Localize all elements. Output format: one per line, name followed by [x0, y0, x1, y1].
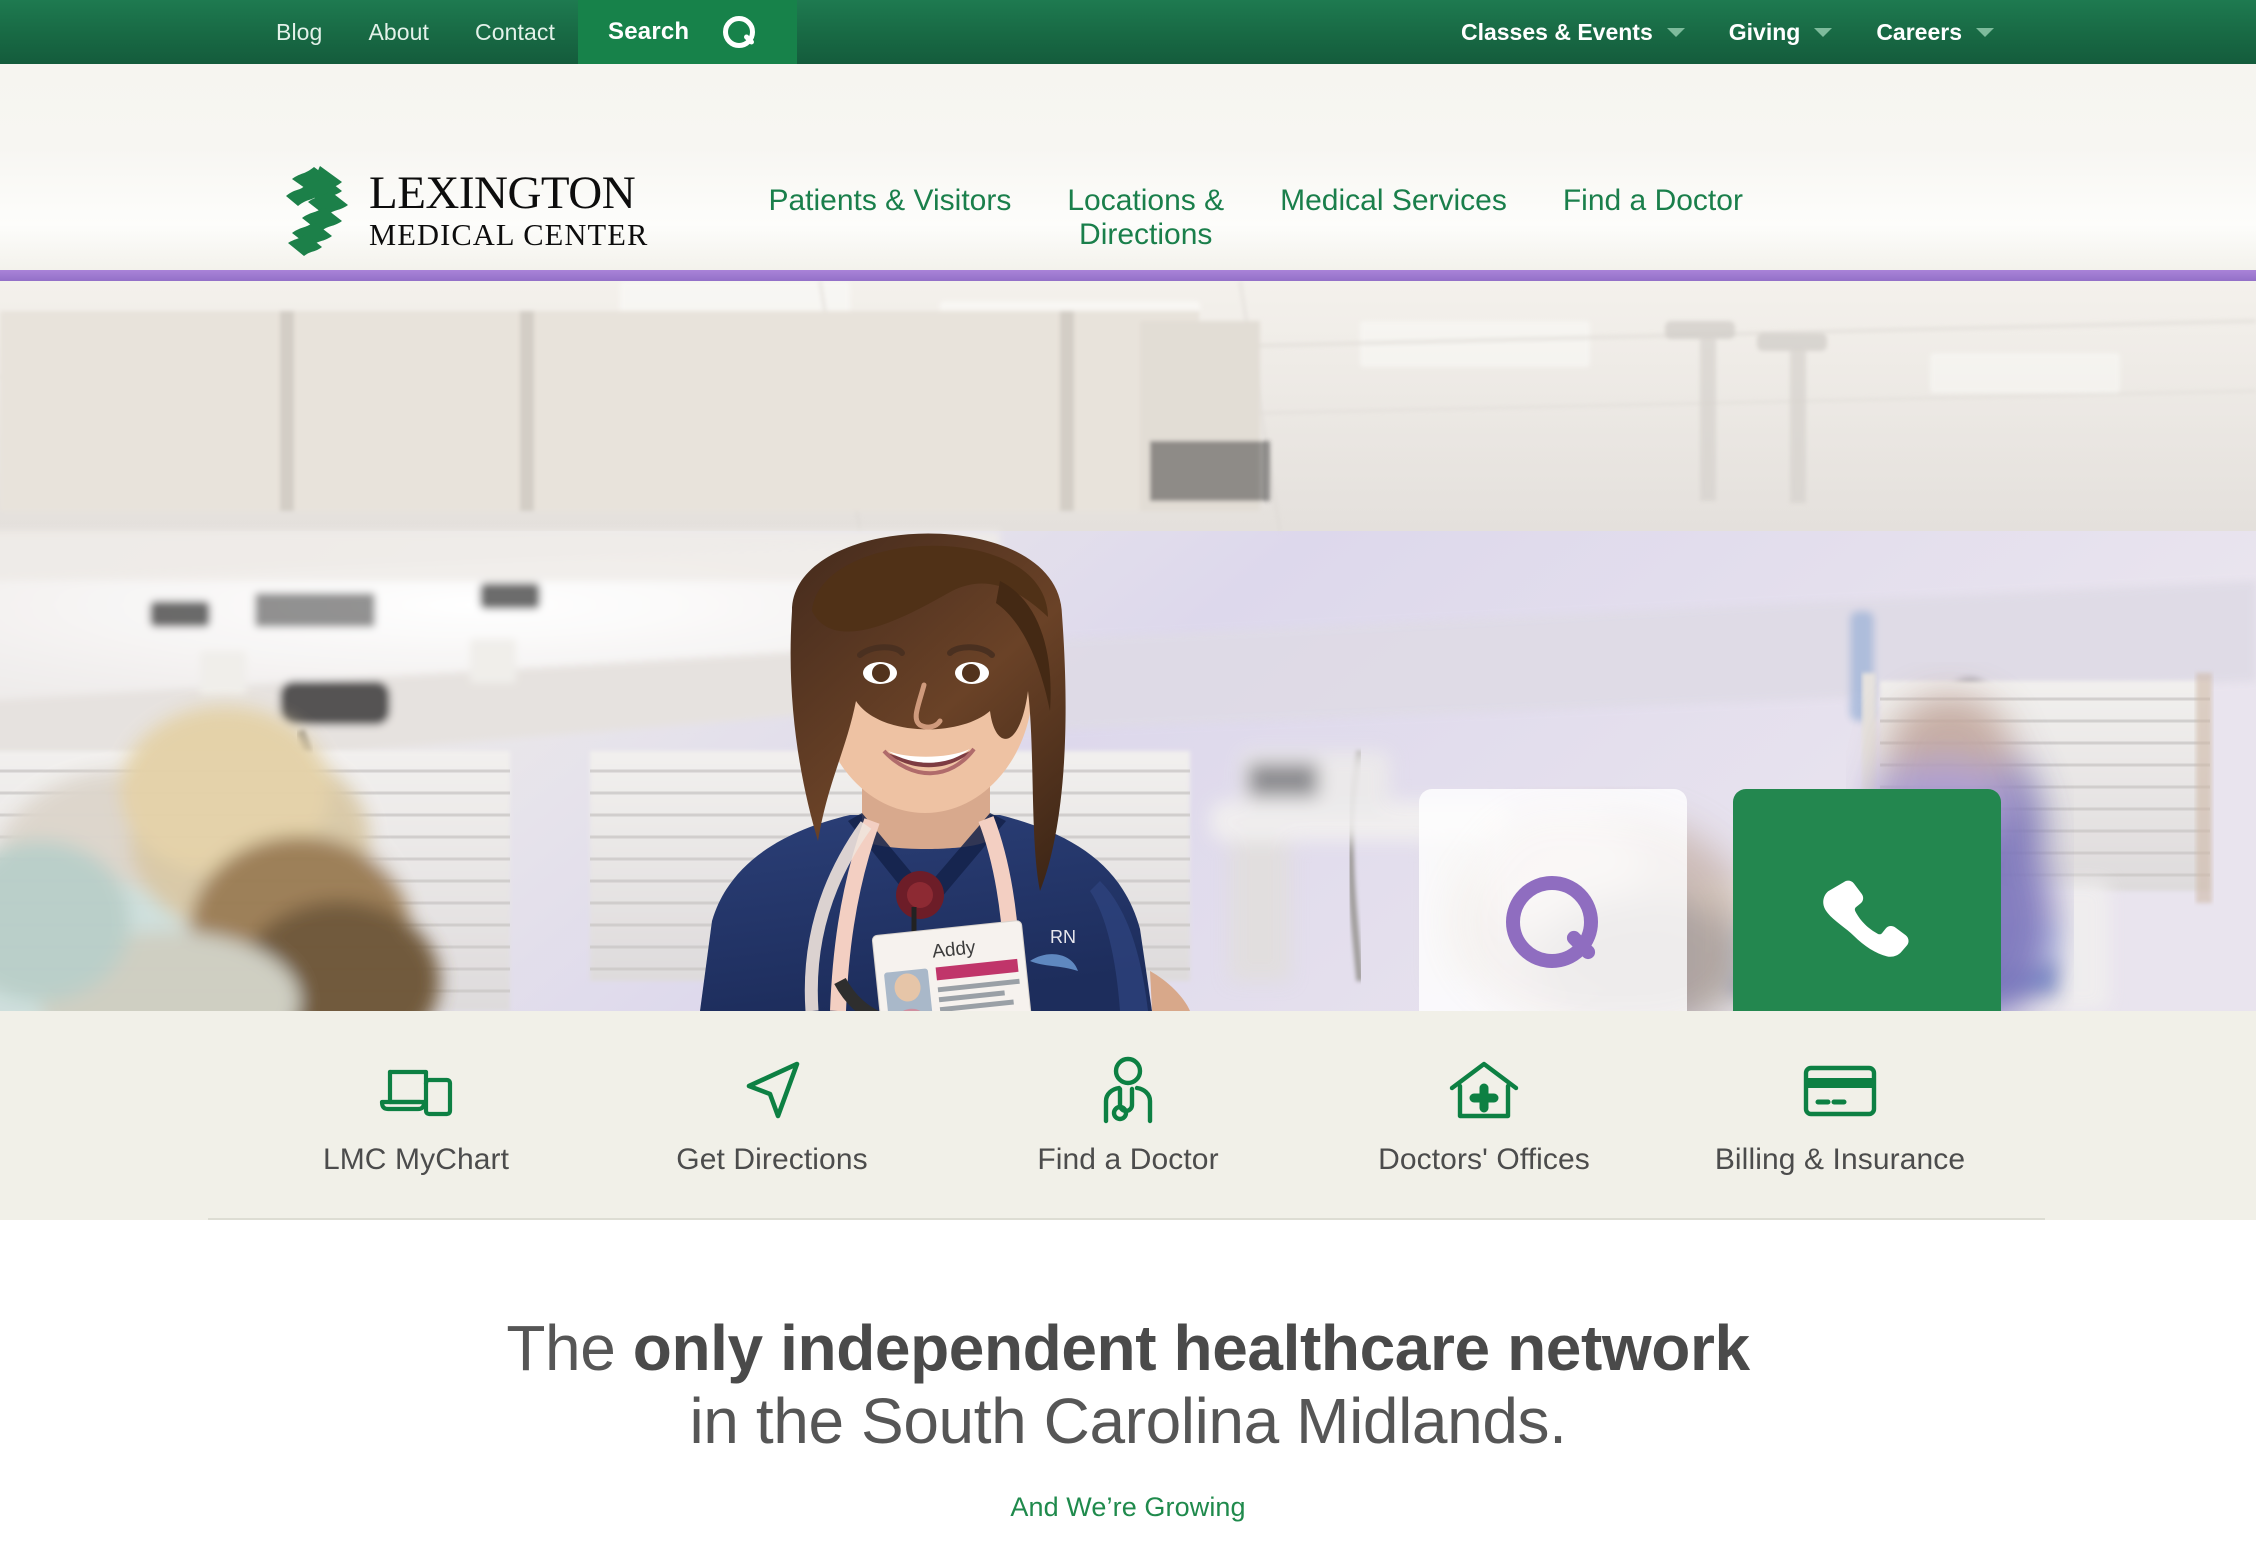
- nav-item-medical-services[interactable]: Medical Services: [1252, 184, 1535, 218]
- phone-icon: [1823, 880, 1909, 957]
- search-icon: [723, 16, 756, 48]
- accent-divider: [0, 270, 2256, 281]
- promo-headline-emphasis: only independent healthcare network: [632, 1312, 1750, 1384]
- search-button[interactable]: Search: [578, 0, 798, 64]
- top-link-classes-and-events-label: Classes & Events: [1460, 18, 1653, 45]
- top-link-giving[interactable]: Giving: [1707, 0, 1855, 64]
- site-header: LEXINGTON MEDICAL CENTER Patients & Visi…: [0, 64, 2256, 270]
- chevron-down-icon: [1666, 27, 1685, 37]
- hero-action-tiles: [1419, 789, 2001, 1011]
- brand-logo-link[interactable]: LEXINGTON MEDICAL CENTER: [280, 164, 648, 256]
- quick-link-label: LMC MyChart: [322, 1143, 510, 1176]
- house-cross-icon: [1447, 1054, 1521, 1128]
- quick-link-label: Doctors' Offices: [1378, 1143, 1590, 1176]
- promo-headline: The only independent healthcare network …: [0, 1312, 2256, 1458]
- chevron-down-icon: [1814, 27, 1833, 37]
- quick-link-label: Find a Doctor: [1037, 1143, 1219, 1176]
- quick-link-find-a-doctor[interactable]: Find a Doctor: [950, 1054, 1306, 1177]
- quick-link-lmc-mychart[interactable]: LMC MyChart: [238, 1054, 594, 1177]
- top-link-careers-label: Careers: [1876, 18, 1962, 45]
- navigation-arrow-icon: [737, 1054, 807, 1128]
- top-link-giving-label: Giving: [1728, 18, 1801, 45]
- top-utility-links: Blog About Contact Search: [253, 0, 798, 64]
- top-link-contact[interactable]: Contact: [452, 0, 578, 64]
- quick-link-label: Billing & Insurance: [1714, 1143, 1966, 1176]
- brand-wordmark: LEXINGTON MEDICAL CENTER: [369, 166, 649, 252]
- hero-banner: Addy RN: [0, 281, 2256, 1011]
- quick-link-billing-and-insurance[interactable]: Billing & Insurance: [1662, 1054, 2018, 1177]
- nav-item-patients-and-visitors[interactable]: Patients & Visitors: [740, 184, 1039, 218]
- doctor-stethoscope-icon: [1093, 1054, 1163, 1128]
- promo-subhead: And We’re Growing: [1010, 1491, 1246, 1522]
- search-icon: [1504, 874, 1602, 972]
- nav-item-find-a-doctor[interactable]: Find a Doctor: [1535, 184, 1771, 218]
- quick-link-label: Get Directions: [676, 1143, 868, 1176]
- promo-headline-prefix: The: [506, 1312, 633, 1384]
- top-link-classes-and-events[interactable]: Classes & Events: [1439, 0, 1707, 64]
- top-utility-right-links: Classes & Events Giving Careers: [1439, 0, 2256, 64]
- hero-search-tile[interactable]: [1419, 789, 1687, 1011]
- search-button-label: Search: [608, 18, 690, 45]
- top-link-careers[interactable]: Careers: [1854, 0, 2016, 64]
- brand-line-2: MEDICAL CENTER: [369, 217, 649, 252]
- quick-links-bar: LMC MyChart Get Directions Find a Doctor: [0, 1011, 2256, 1220]
- top-link-blog[interactable]: Blog: [253, 0, 345, 64]
- top-utility-bar: Blog About Contact Search Classes & Even…: [0, 0, 2256, 64]
- lexington-diamond-logo-icon: [286, 166, 348, 256]
- chevron-down-icon: [1976, 27, 1994, 37]
- quick-link-get-directions[interactable]: Get Directions: [594, 1054, 950, 1177]
- svg-text:RN: RN: [1050, 927, 1076, 947]
- credit-card-icon: [1802, 1054, 1878, 1128]
- laptop-phone-icon: [376, 1054, 456, 1128]
- nav-item-locations-and-directions[interactable]: Locations & Directions: [1039, 184, 1252, 252]
- top-link-about[interactable]: About: [345, 0, 452, 64]
- hero-phone-tile[interactable]: [1733, 789, 2001, 1011]
- brand-line-1: LEXINGTON: [369, 166, 636, 219]
- quick-link-doctors-offices[interactable]: Doctors' Offices: [1306, 1054, 1662, 1177]
- promo-section: The only independent healthcare network …: [0, 1220, 2256, 1523]
- promo-headline-line2: in the South Carolina Midlands.: [689, 1384, 1567, 1457]
- primary-navigation: Patients & Visitors Locations & Directio…: [740, 184, 1771, 252]
